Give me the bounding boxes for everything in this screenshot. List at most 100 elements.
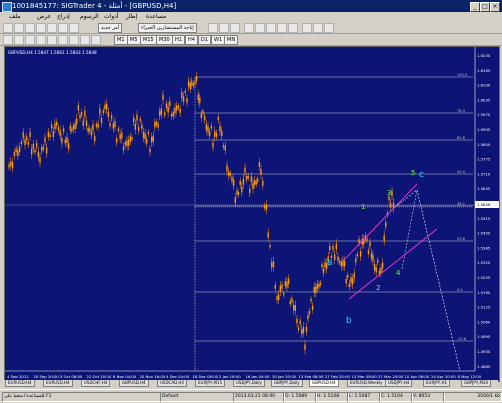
status-traffic: 3500/1 kb — [443, 392, 502, 402]
navigator-icon[interactable] — [47, 23, 57, 33]
menu-help[interactable]: مساعدة — [146, 13, 166, 20]
zoom-out-icon[interactable] — [255, 23, 265, 33]
timeframe-m5[interactable]: M5 — [127, 35, 141, 45]
fib-level-label: 61.8 — [457, 136, 465, 140]
candle-body — [97, 123, 99, 128]
timeframe-mn[interactable]: MN — [224, 35, 239, 45]
candle-body — [184, 90, 186, 93]
candle-body — [195, 76, 198, 82]
text-icon[interactable] — [80, 35, 90, 45]
candle-body — [17, 150, 19, 156]
tile-windows-icon[interactable] — [266, 23, 276, 33]
chart-tab[interactable]: GBPUSD,H4 — [309, 380, 339, 387]
indicators-icon[interactable] — [302, 23, 312, 33]
menu-insert[interactable]: إدراج — [57, 13, 70, 20]
data-window-icon[interactable] — [36, 23, 46, 33]
candle-body — [319, 282, 322, 285]
candle-body — [35, 142, 38, 148]
horizontal-line-icon[interactable] — [36, 35, 46, 45]
candle-body — [279, 285, 282, 292]
templates-icon[interactable] — [324, 23, 334, 33]
chart-tab[interactable]: EURUSD,H4 — [5, 380, 35, 387]
menu-charts[interactable]: الرسوم — [80, 13, 99, 20]
zoom-in-icon[interactable] — [244, 23, 254, 33]
chart-tab[interactable]: USDCAD,H4 — [157, 380, 187, 387]
candle-body — [84, 110, 86, 117]
timeframe-d1[interactable]: D1 — [198, 35, 212, 45]
candle-body — [45, 147, 48, 154]
bar-chart-icon[interactable] — [208, 23, 218, 33]
price-tick-label: 1.6100 — [477, 83, 491, 88]
candlestick-icon[interactable] — [219, 23, 229, 33]
profiles-icon[interactable] — [14, 23, 24, 33]
vertical-line-icon[interactable] — [25, 35, 35, 45]
close-button[interactable]: × — [490, 2, 500, 12]
candle-body — [215, 132, 218, 137]
timeframe-m15[interactable]: M15 — [140, 35, 157, 45]
chart-tab[interactable]: GBPUSD,H4 — [119, 380, 149, 387]
crosshair-icon[interactable] — [14, 35, 24, 45]
terminal-icon[interactable] — [58, 23, 68, 33]
chart-tab[interactable]: EURJPY,M15 — [195, 380, 225, 387]
chart-tab[interactable]: USDCHF,H4 — [81, 380, 111, 387]
line-chart-icon[interactable] — [230, 23, 240, 33]
menu-file[interactable]: ملف — [9, 13, 20, 20]
chart-tab[interactable]: EURJPY,H1 — [423, 380, 451, 387]
chart-tab[interactable]: EURUSD,H4 — [43, 380, 73, 387]
price-tick-label: 1.5905 — [477, 127, 491, 132]
candle-body — [234, 197, 237, 204]
candle-body — [315, 286, 317, 293]
candle-body — [74, 123, 76, 130]
strategy-tester-icon[interactable] — [69, 23, 79, 33]
new-chart-icon[interactable] — [3, 23, 13, 33]
new-order-button[interactable]: أمر جديد — [98, 23, 123, 33]
timeframe-h4[interactable]: H4 — [185, 35, 198, 45]
menu-window[interactable]: إطار — [126, 13, 137, 20]
price-chart[interactable]: 1.6230 1.6165 1.6100 1.6035 1.5970 1.5905 1.58… — [4, 46, 500, 382]
timeframe-w1[interactable]: W1 — [211, 35, 226, 45]
candle-body — [192, 83, 195, 87]
chart-tab[interactable]: USDJPY,Daily — [233, 380, 265, 387]
chart-tab[interactable]: USDJPY,H4 — [385, 380, 413, 387]
status-low: L: 1.5087 — [347, 392, 381, 402]
channel-icon[interactable] — [58, 35, 68, 45]
candle-body — [49, 134, 51, 138]
candle-body — [318, 283, 320, 288]
candle-body — [131, 137, 133, 140]
fib-level-label: 0.0 — [457, 288, 463, 292]
time-tick-label: 8 May 12:00 — [458, 374, 482, 379]
chart-tab[interactable]: GBPJPY,M30 — [461, 380, 492, 387]
timeframe-m30[interactable]: M30 — [156, 35, 173, 45]
candle-body — [44, 137, 46, 143]
autoscroll-icon[interactable] — [277, 23, 287, 33]
standard-toolbar: أمر جديد إتاحة المستشارين الخبراء — [0, 22, 502, 34]
candle-body — [137, 126, 140, 131]
cursor-icon[interactable] — [3, 35, 13, 45]
arrow-label-icon[interactable] — [91, 35, 101, 45]
menu-view[interactable]: عرض — [37, 13, 51, 20]
chart-tab[interactable]: EURUSD,Weekly — [347, 380, 386, 387]
timeframe-m1[interactable]: M1 — [114, 35, 128, 45]
fib-level-label: 50.0 — [457, 170, 465, 174]
expert-advisors-button[interactable]: إتاحة المستشارين الخبراء — [138, 23, 197, 33]
candle-body — [267, 232, 269, 238]
projection-line-up — [394, 189, 418, 208]
time-tick-label: 2 Jan 16:00 — [219, 374, 241, 379]
wave-label-2: 2 — [376, 284, 380, 292]
trendline-icon[interactable] — [47, 35, 57, 45]
title-bar: 1001845177: SIGTrader 4 - أمثلة - [GBPUS… — [0, 0, 502, 12]
minimize-button[interactable]: _ — [470, 2, 480, 12]
chart-shift-icon[interactable] — [288, 23, 298, 33]
price-tick-label: 1.5255 — [477, 275, 491, 280]
maximize-button[interactable]: □ — [480, 2, 490, 12]
candle-body — [57, 127, 60, 131]
candle-body — [255, 181, 257, 185]
chart-tab[interactable]: GBPJPY,Daily — [271, 380, 303, 387]
periods-icon[interactable] — [313, 23, 323, 33]
market-watch-icon[interactable] — [25, 23, 35, 33]
price-tick-label: 1.5450 — [477, 231, 491, 236]
fibonacci-icon[interactable] — [69, 35, 79, 45]
menu-tools[interactable]: أدوات — [104, 13, 119, 20]
timeframe-h1[interactable]: H1 — [172, 35, 185, 45]
price-tick-label: 1.5125 — [477, 305, 491, 310]
